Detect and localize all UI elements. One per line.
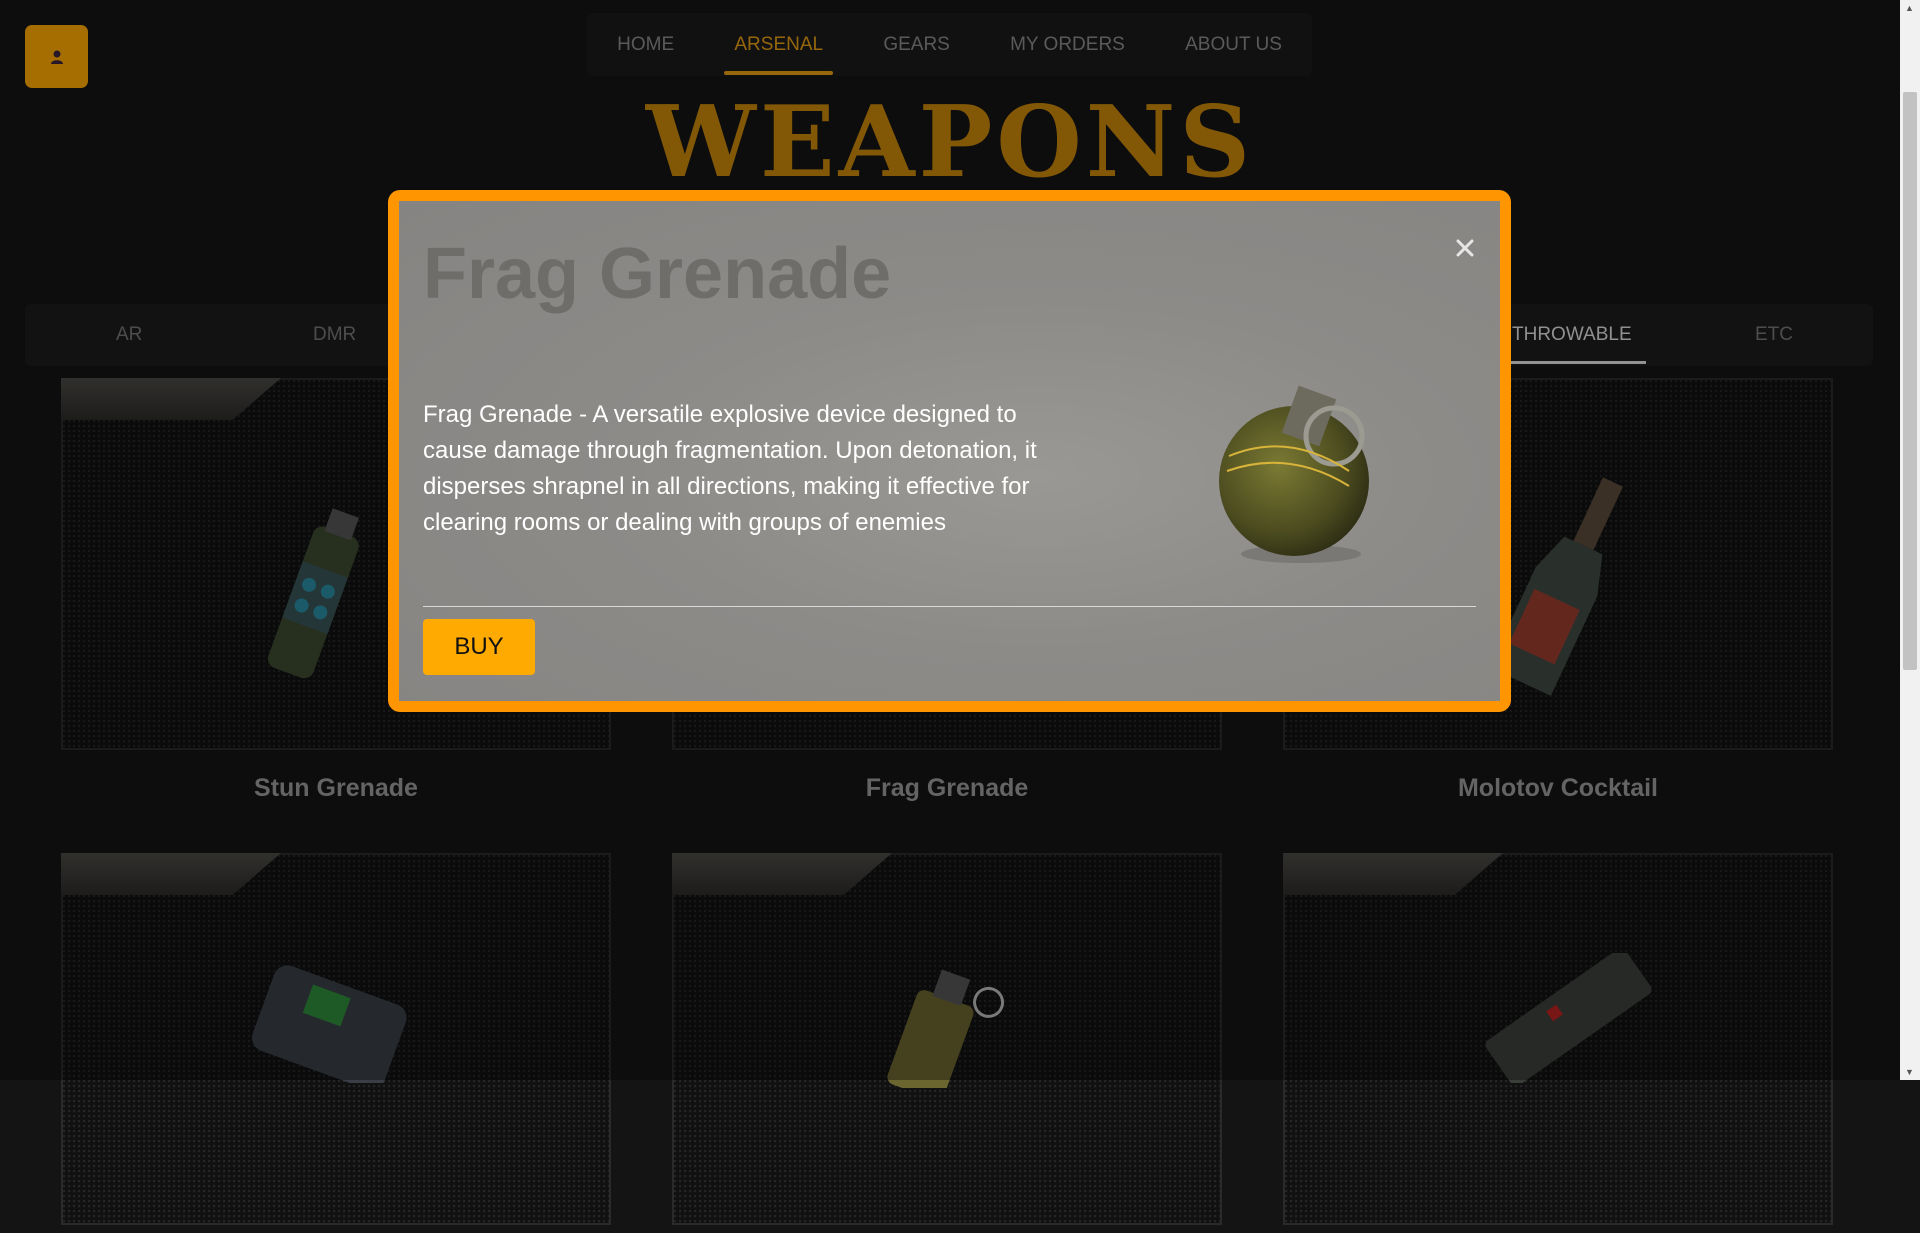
buy-button[interactable]: BUY [423,619,535,675]
scrollbar[interactable]: ▲ ▼ [1900,0,1920,1080]
product-modal: Frag Grenade Frag Grenade - A versatile … [388,190,1511,712]
scroll-up-icon[interactable]: ▲ [1905,3,1914,13]
modal-description: Frag Grenade - A versatile explosive dev… [423,401,1037,536]
modal-body: Frag Grenade Frag Grenade - A versatile … [399,201,1500,701]
scroll-down-icon[interactable]: ▼ [1905,1067,1914,1077]
close-icon[interactable] [1454,237,1476,259]
modal-divider [423,606,1476,607]
frag-grenade-image [1219,385,1369,563]
scrollbar-thumb[interactable] [1903,92,1917,670]
modal-title: Frag Grenade [423,234,892,314]
